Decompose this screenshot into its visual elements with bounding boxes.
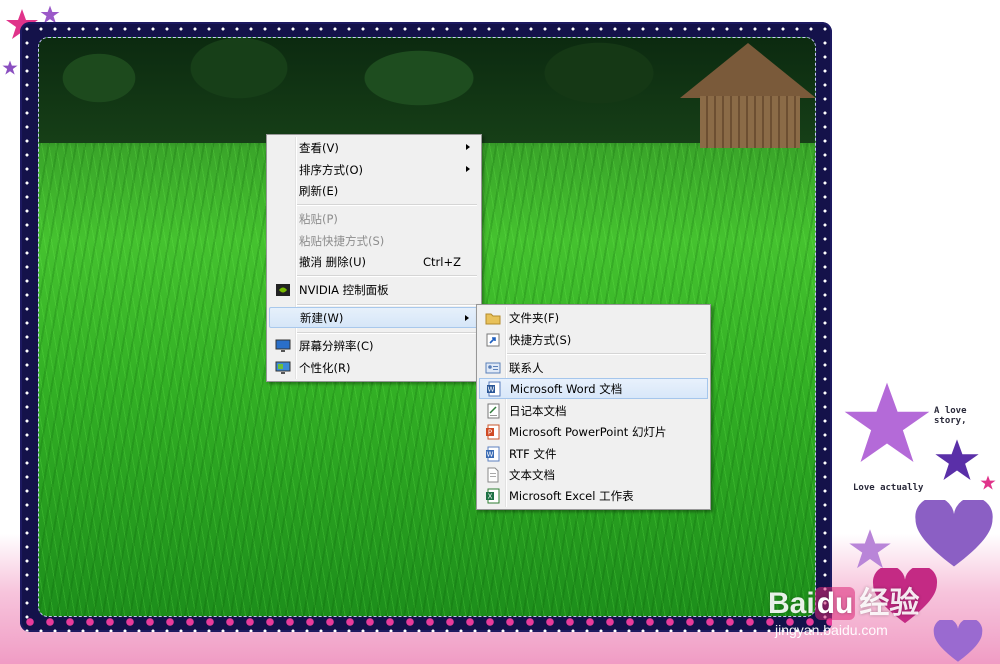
menu-item-label: 粘贴快捷方式(S) [299, 233, 385, 248]
svg-text:W: W [488, 385, 495, 393]
submenu-arrow-icon [466, 144, 470, 150]
contact-icon [485, 362, 501, 373]
menu-item-label: 屏幕分辨率(C) [299, 338, 374, 353]
new-item-folder[interactable]: 文件夹(F) [479, 307, 708, 328]
watermark-url: jingyan.baidu.com [775, 622, 888, 638]
menu-item-label: Microsoft Word 文档 [510, 381, 623, 396]
folder-icon [485, 313, 501, 324]
menu-item-label: 查看(V) [299, 140, 339, 155]
menu-item-nvidia-control-panel[interactable]: NVIDIA 控制面板 [269, 279, 479, 300]
wooden-hut [675, 38, 815, 148]
svg-text:P: P [488, 428, 492, 436]
menu-item-label: 文本文档 [509, 467, 555, 482]
new-item-text-document[interactable]: 文本文档 [479, 464, 708, 485]
menu-item-label: 粘贴(P) [299, 211, 338, 226]
menu-item-label: 个性化(R) [299, 360, 351, 375]
menu-separator [297, 275, 477, 277]
menu-item-label: 刷新(E) [299, 183, 339, 198]
new-item-excel-worksheet[interactable]: X Microsoft Excel 工作表 [479, 485, 708, 506]
new-item-contact[interactable]: 联系人 [479, 357, 708, 378]
dark-purple-star-decoration [935, 439, 979, 480]
menu-shortcut: Ctrl+Z [423, 254, 461, 269]
tiny-pink-star-decoration [980, 475, 996, 490]
personalize-icon [275, 361, 291, 374]
menu-item-label: 新建(W) [300, 310, 344, 325]
small-purple-star-decoration [849, 529, 891, 569]
menu-item-view[interactable]: 查看(V) [269, 137, 479, 158]
menu-separator [297, 332, 477, 334]
purple-heart-decoration [915, 500, 993, 567]
menu-item-new[interactable]: 新建(W) [269, 307, 479, 328]
nvidia-icon [276, 283, 290, 296]
lavender-heart-decoration [933, 620, 983, 662]
large-purple-star-decoration [844, 382, 930, 463]
desktop-context-menu: 查看(V) 排序方式(O) 刷新(E) 粘贴(P) 粘贴快捷方式(S) 撤消 删… [266, 134, 482, 382]
menu-item-undo-delete[interactable]: 撤消 删除(U) Ctrl+Z [269, 251, 479, 272]
menu-separator [507, 353, 706, 355]
submenu-arrow-icon [465, 315, 469, 321]
watermark-brand-du: du [814, 587, 856, 620]
submenu-arrow-icon [466, 166, 470, 172]
menu-item-label: 撤消 删除(U) [299, 254, 367, 269]
display-icon [275, 339, 291, 352]
svg-text:W: W [487, 450, 494, 458]
menu-item-label: 快捷方式(S) [509, 332, 572, 347]
purple-star-decoration-small [2, 60, 18, 75]
new-item-powerpoint[interactable]: P Microsoft PowerPoint 幻灯片 [479, 421, 708, 442]
menu-item-label: 日记本文档 [509, 403, 567, 418]
menu-separator [297, 304, 477, 306]
svg-text:X: X [488, 492, 493, 500]
shortcut-icon [486, 333, 500, 346]
excel-icon: X [486, 488, 500, 503]
journal-icon [487, 403, 500, 418]
powerpoint-icon: P [486, 424, 500, 439]
love-actually-text: Love actually [853, 483, 924, 493]
menu-item-label: 联系人 [509, 360, 544, 375]
new-item-shortcut[interactable]: 快捷方式(S) [479, 329, 708, 350]
menu-item-label: Microsoft PowerPoint 幻灯片 [509, 424, 667, 439]
new-item-journal-document[interactable]: 日记本文档 [479, 400, 708, 421]
menu-item-label: RTF 文件 [509, 446, 557, 461]
menu-separator [297, 204, 477, 206]
menu-item-screen-resolution[interactable]: 屏幕分辨率(C) [269, 335, 479, 356]
watermark-jingyan: 经验 [859, 587, 920, 620]
word-icon: W [487, 381, 501, 396]
menu-item-label: Microsoft Excel 工作表 [509, 488, 634, 503]
menu-item-paste[interactable]: 粘贴(P) [269, 208, 479, 229]
new-item-word-document[interactable]: W Microsoft Word 文档 [479, 378, 708, 399]
rtf-icon: W [486, 446, 500, 461]
love-story-text: A love story, [934, 406, 967, 426]
new-item-rtf-file[interactable]: W RTF 文件 [479, 443, 708, 464]
menu-item-label: 排序方式(O) [299, 162, 364, 177]
menu-item-personalize[interactable]: 个性化(R) [269, 357, 479, 378]
watermark-brand: Bai [768, 587, 815, 620]
new-submenu: 文件夹(F) 快捷方式(S) 联系人 W Microsoft Word 文档 日… [476, 304, 711, 510]
baidu-watermark: Baidu 经验 [768, 578, 919, 622]
text-file-icon [487, 467, 499, 482]
menu-item-paste-shortcut[interactable]: 粘贴快捷方式(S) [269, 230, 479, 251]
menu-item-label: NVIDIA 控制面板 [299, 282, 389, 297]
menu-item-refresh[interactable]: 刷新(E) [269, 180, 479, 201]
menu-item-sort-by[interactable]: 排序方式(O) [269, 159, 479, 180]
menu-item-label: 文件夹(F) [509, 310, 560, 325]
